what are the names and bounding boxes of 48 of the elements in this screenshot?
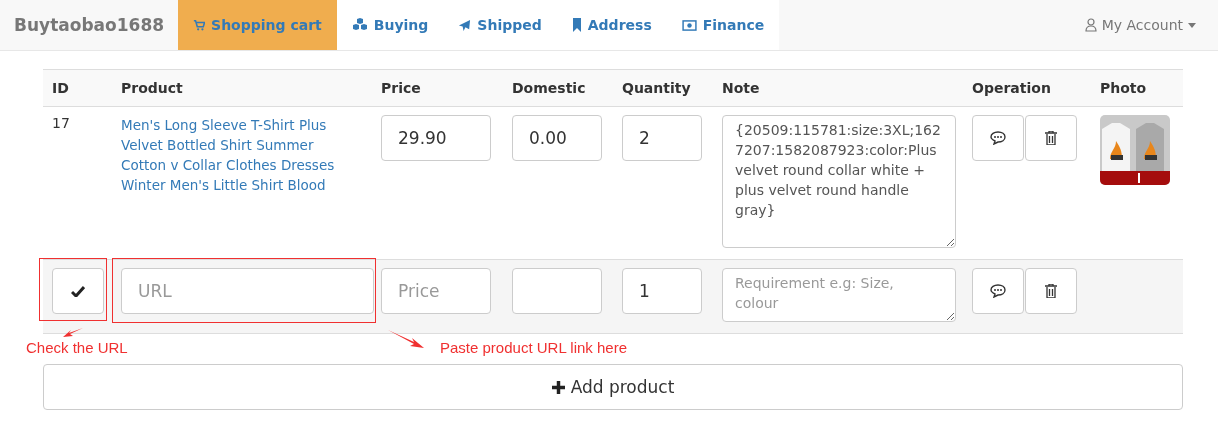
domestic-field[interactable] [512,268,602,314]
column-header: Price [380,79,422,98]
comment-button[interactable] [972,115,1024,161]
url-field[interactable]: URL [121,268,374,314]
quantity-field[interactable]: 2 [622,115,702,161]
nav-tab[interactable]: Shipped [443,0,557,50]
domestic-field[interactable]: 0.00 [512,115,602,161]
delete-button[interactable] [1025,115,1077,161]
column-header: Photo [1099,79,1148,98]
highlight-box [39,258,107,321]
arrow-icon [63,328,83,338]
note-field[interactable]: Requirement e.g: Size, colour [722,268,956,322]
user-icon [1084,18,1097,32]
column-header: Note [721,79,761,98]
cubes-icon [351,18,368,32]
price-field[interactable]: 29.90 [381,115,491,161]
trash-icon [1045,131,1057,145]
cart-icon [193,19,206,31]
comment-button[interactable] [972,268,1024,314]
money-icon [681,19,697,31]
column-header: Quantity [621,79,692,98]
comment-icon [990,284,1006,298]
check-icon [71,285,85,297]
annotation-label: Check the URL [26,340,128,356]
column-header: Domestic [511,79,587,98]
note-field[interactable]: {20509:115781:size:3XL;1627207:1582087923:color:Plus velvet round collar white + plus velvet round handle gray} [722,115,956,248]
nav-tab[interactable]: Buying [336,0,444,50]
column-header: Operation [971,79,1052,98]
product-link[interactable]: Men's Long Sleeve T-Shirt Plus Velvet Bottled Shirt Summer Cotton v Collar Clothes Dresses Winter Men's Little Shirt Blood [121,115,346,195]
caret-icon [1188,22,1196,28]
column-header: ID [51,79,70,98]
nav-tab[interactable]: Finance [666,0,780,50]
nav-tab[interactable]: Address [556,0,667,50]
add-product-button[interactable]: Add product [43,364,1183,410]
quantity-field[interactable]: 1 [622,268,702,314]
comment-icon [990,131,1006,145]
brand-logo[interactable]: Buytaobao1688 [0,0,179,50]
delete-button[interactable] [1025,268,1077,314]
bookmark-icon [571,18,582,32]
plus-icon [551,380,565,394]
account-menu[interactable]: My Account [1069,0,1218,50]
price-field[interactable]: Price [381,268,491,314]
table-cell: 17 [52,115,70,131]
check-button[interactable] [52,268,104,314]
trash-icon [1045,284,1057,298]
annotation-label: Paste product URL link here [440,340,628,356]
column-header: Product [120,79,184,98]
plane-icon [458,18,472,32]
